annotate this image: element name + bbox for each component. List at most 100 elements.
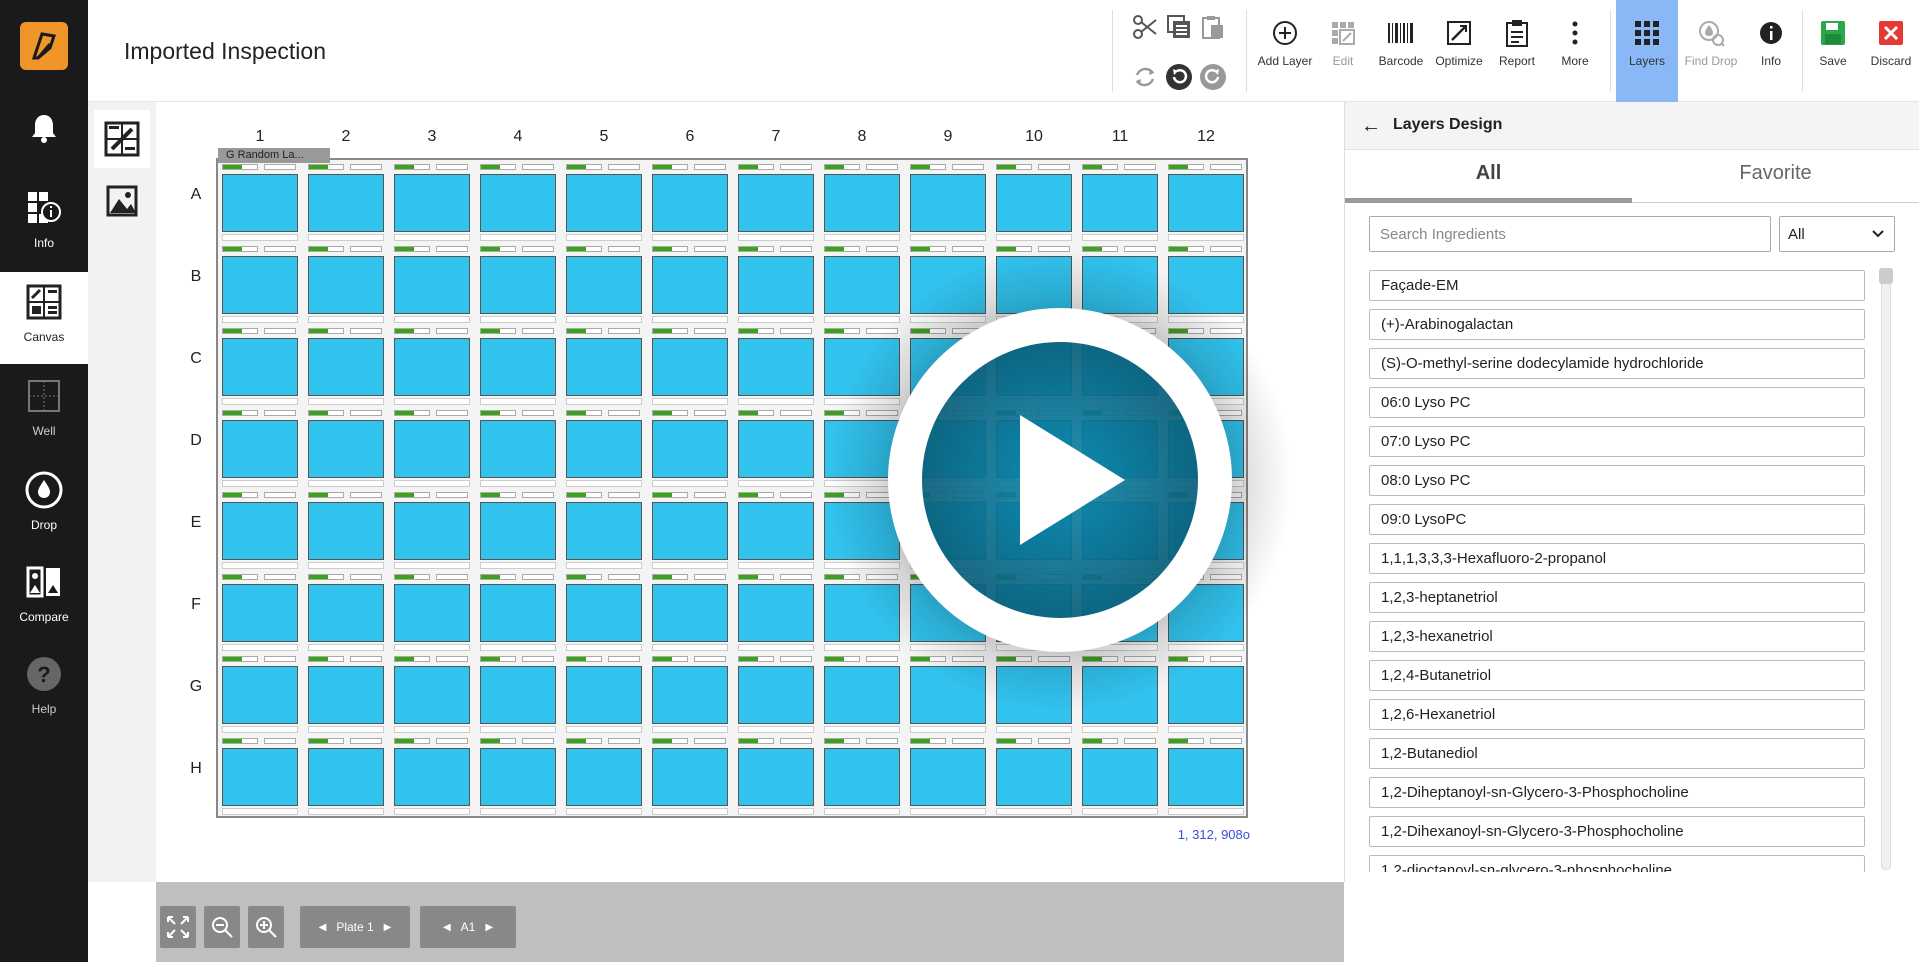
- plate-well[interactable]: [736, 572, 814, 652]
- plate-well[interactable]: [564, 736, 642, 816]
- plate-well[interactable]: [564, 244, 642, 324]
- find-drop-button[interactable]: Find Drop: [1678, 18, 1744, 82]
- ingredient-item[interactable]: 1,2-Diheptanoyl-sn-Glycero-3-Phosphochol…: [1369, 777, 1865, 808]
- plate-well[interactable]: [306, 572, 384, 652]
- plate-well[interactable]: [220, 654, 298, 734]
- plate-well[interactable]: [564, 326, 642, 406]
- nav-canvas[interactable]: Canvas: [0, 272, 88, 364]
- plate-well[interactable]: [478, 244, 556, 324]
- zoom-in-button[interactable]: [248, 906, 284, 948]
- row-label[interactable]: C: [186, 350, 206, 368]
- plate-well[interactable]: [994, 654, 1072, 734]
- column-label[interactable]: 4: [478, 128, 558, 146]
- sync-icon[interactable]: [1128, 60, 1162, 94]
- plate-well[interactable]: [392, 244, 470, 324]
- column-label[interactable]: 2: [306, 128, 386, 146]
- ingredient-item[interactable]: 1,2-Butanediol: [1369, 738, 1865, 769]
- tab-favorite[interactable]: Favorite: [1632, 162, 1919, 200]
- cut-icon[interactable]: [1128, 10, 1162, 44]
- plate-well[interactable]: [1080, 490, 1158, 570]
- plate-well[interactable]: [478, 490, 556, 570]
- column-label[interactable]: 11: [1080, 128, 1160, 146]
- nav-compare[interactable]: Compare: [0, 552, 88, 644]
- plate-well[interactable]: [220, 736, 298, 816]
- column-label[interactable]: 1: [220, 128, 300, 146]
- plate-well[interactable]: [1080, 408, 1158, 488]
- ingredient-item[interactable]: (S)-O-methyl-serine dodecylamide hydroch…: [1369, 348, 1865, 379]
- plate-well[interactable]: [220, 244, 298, 324]
- plate-well[interactable]: [1080, 654, 1158, 734]
- plate-well[interactable]: [908, 572, 986, 652]
- discard-button[interactable]: Discard: [1862, 18, 1919, 82]
- ingredient-item[interactable]: 1,2,6-Hexanetriol: [1369, 699, 1865, 730]
- plate-well[interactable]: [822, 244, 900, 324]
- plate-well[interactable]: [736, 654, 814, 734]
- plate-well[interactable]: [306, 162, 384, 242]
- plate-well[interactable]: [1080, 572, 1158, 652]
- nav-well[interactable]: Well: [0, 366, 88, 458]
- column-label[interactable]: 8: [822, 128, 902, 146]
- ingredient-item[interactable]: 09:0 LysoPC: [1369, 504, 1865, 535]
- plate-well[interactable]: [306, 654, 384, 734]
- row-label[interactable]: H: [186, 760, 206, 778]
- plate-well[interactable]: [994, 326, 1072, 406]
- scrollbar-thumb[interactable]: [1879, 268, 1893, 284]
- column-label[interactable]: 10: [994, 128, 1074, 146]
- design-tool-button[interactable]: [94, 110, 150, 168]
- paste-icon[interactable]: [1196, 10, 1230, 44]
- plate-grid[interactable]: [216, 158, 1248, 818]
- ingredient-item[interactable]: 1,2,4-Butanetriol: [1369, 660, 1865, 691]
- barcode-button[interactable]: Barcode: [1372, 18, 1430, 82]
- plate-well[interactable]: [1166, 162, 1244, 242]
- optimize-button[interactable]: Optimize: [1430, 18, 1488, 82]
- plate-well[interactable]: [650, 162, 728, 242]
- plate-well[interactable]: [392, 654, 470, 734]
- plate-well[interactable]: [994, 736, 1072, 816]
- plate-well[interactable]: [650, 408, 728, 488]
- plate-well[interactable]: [822, 326, 900, 406]
- filter-select[interactable]: All: [1779, 216, 1895, 252]
- redo-icon[interactable]: [1196, 60, 1230, 94]
- plate-well[interactable]: [822, 572, 900, 652]
- plate-well[interactable]: [1080, 326, 1158, 406]
- column-label[interactable]: 9: [908, 128, 988, 146]
- plate-well[interactable]: [994, 572, 1072, 652]
- ingredient-item[interactable]: 1,1,1,3,3,3-Hexafluoro-2-propanol: [1369, 543, 1865, 574]
- back-arrow-icon[interactable]: ←: [1357, 114, 1385, 138]
- plate-well[interactable]: [220, 490, 298, 570]
- plate-well[interactable]: [822, 654, 900, 734]
- plate-well[interactable]: [1080, 244, 1158, 324]
- plate-well[interactable]: [306, 244, 384, 324]
- ingredient-item[interactable]: 06:0 Lyso PC: [1369, 387, 1865, 418]
- row-label[interactable]: E: [186, 514, 206, 532]
- layer-tag[interactable]: G Random La...: [218, 148, 330, 163]
- app-logo[interactable]: [20, 22, 68, 70]
- ingredient-item[interactable]: 08:0 Lyso PC: [1369, 465, 1865, 496]
- column-label[interactable]: 7: [736, 128, 816, 146]
- plate-well[interactable]: [220, 326, 298, 406]
- plate-well[interactable]: [478, 326, 556, 406]
- nav-info[interactable]: Info: [0, 178, 88, 270]
- ingredient-item[interactable]: 07:0 Lyso PC: [1369, 426, 1865, 457]
- plate-well[interactable]: [736, 162, 814, 242]
- plate-well[interactable]: [1166, 736, 1244, 816]
- plate-well[interactable]: [1166, 244, 1244, 324]
- plate-well[interactable]: [392, 572, 470, 652]
- plate-well[interactable]: [908, 654, 986, 734]
- plate-well[interactable]: [736, 326, 814, 406]
- scrollbar-track[interactable]: [1881, 270, 1891, 870]
- plate-well[interactable]: [822, 736, 900, 816]
- plate-well[interactable]: [564, 408, 642, 488]
- fit-screen-button[interactable]: [160, 906, 196, 948]
- plate-well[interactable]: [392, 408, 470, 488]
- plate-well[interactable]: [1166, 408, 1244, 488]
- plate-well[interactable]: [1166, 326, 1244, 406]
- search-ingredients-input[interactable]: [1369, 216, 1771, 252]
- plate-well[interactable]: [650, 572, 728, 652]
- plate-well[interactable]: [478, 654, 556, 734]
- row-label[interactable]: A: [186, 186, 206, 204]
- plate-well[interactable]: [650, 490, 728, 570]
- plate-well[interactable]: [994, 162, 1072, 242]
- ingredient-item[interactable]: 1,2-Dihexanoyl-sn-Glycero-3-Phosphocholi…: [1369, 816, 1865, 847]
- plate-well[interactable]: [306, 408, 384, 488]
